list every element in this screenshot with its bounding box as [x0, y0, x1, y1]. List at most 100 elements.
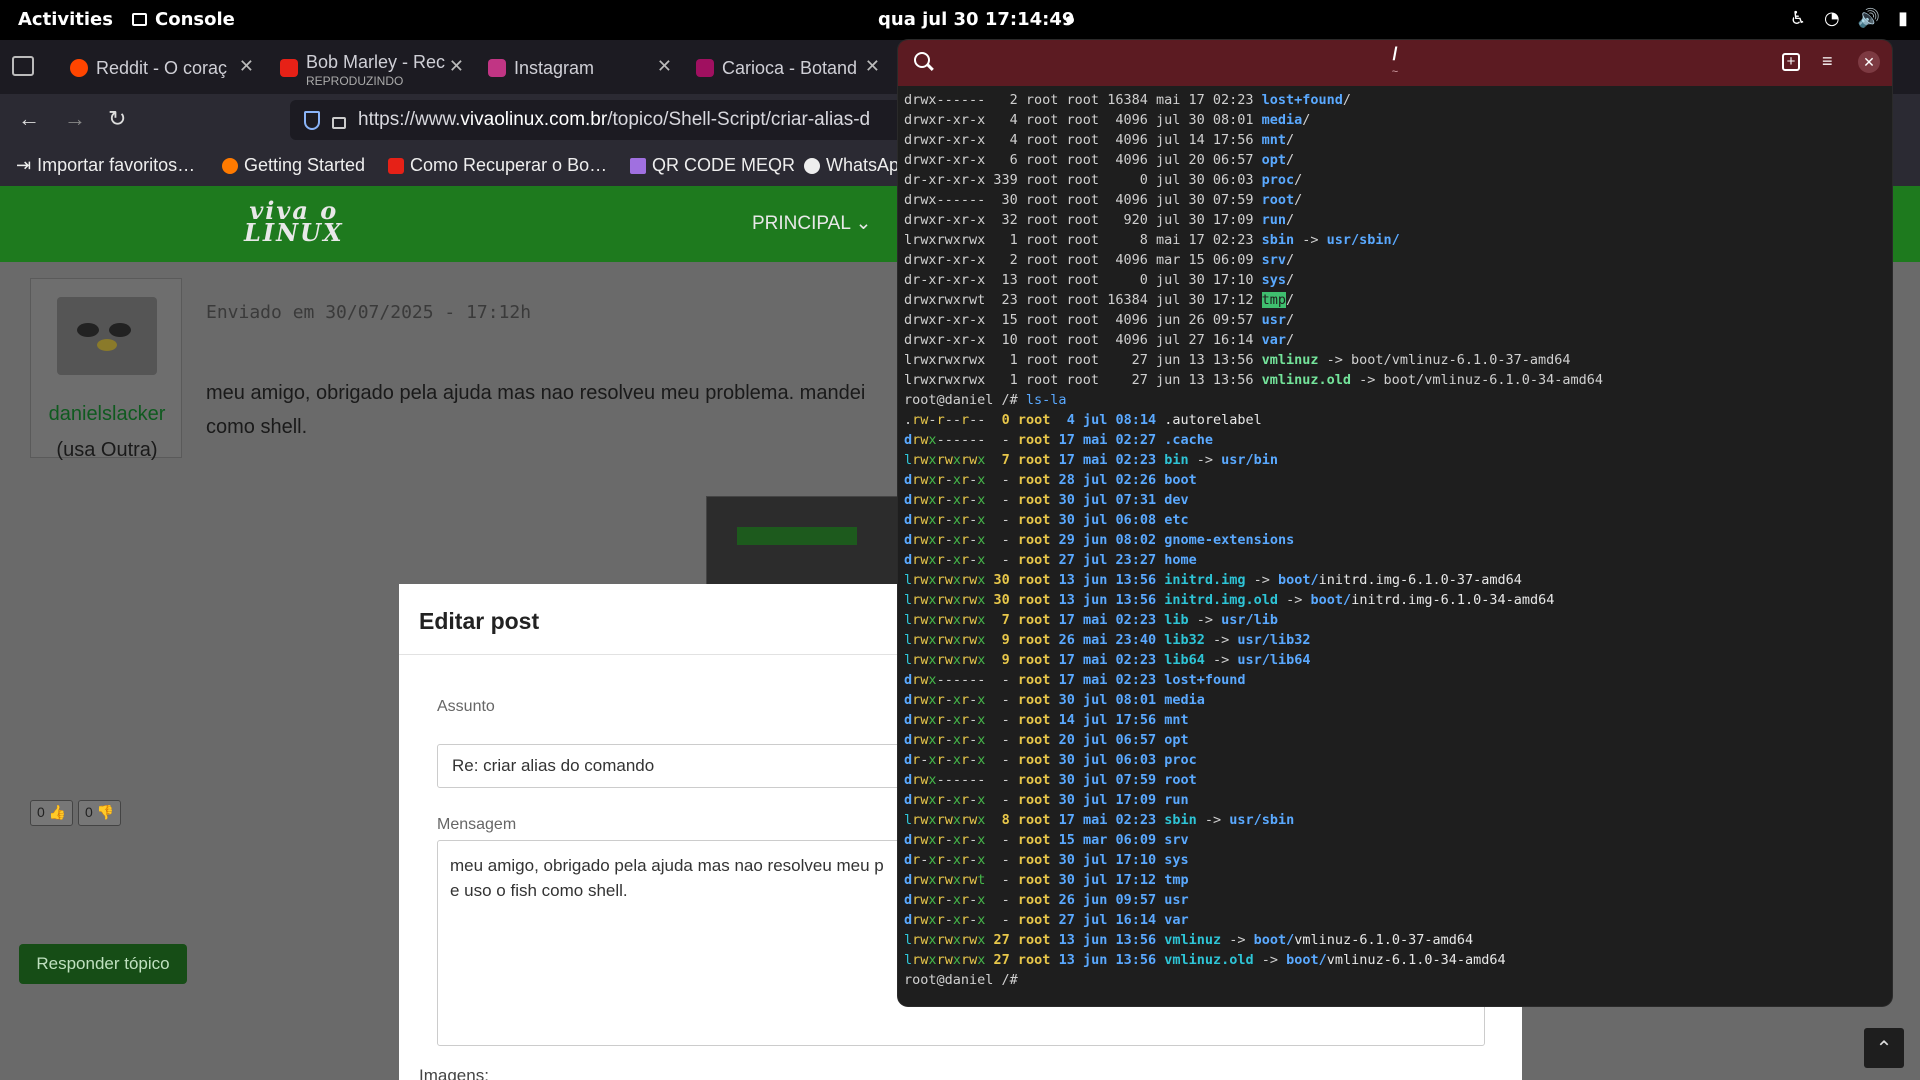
bookmark-import[interactable]: ⇥ Importar favoritos…	[16, 155, 195, 176]
file-name: var	[1261, 332, 1287, 348]
ls-suffix: /	[1286, 252, 1295, 268]
perm-char: x	[928, 912, 937, 928]
system-tray[interactable]: ♿ ◔ 🔊 ▮	[1790, 8, 1908, 29]
perm-char: w	[944, 572, 953, 588]
close-icon[interactable]: ✕	[1858, 51, 1880, 73]
perm-char: l	[904, 612, 913, 628]
terminal-line: lrwxrwxrwx 8 root 17 mai 02:23 sbin -> u…	[904, 810, 1884, 830]
close-tab-icon[interactable]: ✕	[449, 56, 464, 77]
link-count: 9	[985, 652, 1018, 668]
bookmark-getting-started[interactable]: Getting Started	[222, 155, 365, 176]
bookmark-recuperar[interactable]: Como Recuperar o Bo…	[388, 155, 607, 176]
file-name: bin	[1164, 452, 1189, 468]
lock-icon[interactable]	[332, 116, 346, 129]
perm-char: r	[936, 532, 945, 548]
perm-char: x	[928, 732, 937, 748]
perm-char: -	[944, 832, 953, 848]
perm-char: -	[952, 772, 961, 788]
perm-char: r	[936, 452, 945, 468]
post-line: meu amigo, obrigado pela ajuda mas nao r…	[206, 382, 866, 404]
new-tab-icon[interactable]: +	[1782, 53, 1800, 71]
perm-char: -	[960, 672, 970, 688]
menu-principal[interactable]: PRINCIPAL ⌄	[752, 212, 871, 235]
owner: root	[1017, 472, 1051, 488]
perm-char: -	[944, 772, 953, 788]
bookmark-whatsapp[interactable]: WhatsAp	[804, 155, 899, 176]
perm-char: r	[960, 832, 970, 848]
perm-char: x	[928, 872, 937, 888]
link-target: vmlinuz-6.1.0-34-amd64	[1424, 372, 1603, 388]
app-menu[interactable]: Console	[132, 9, 235, 30]
clock[interactable]: qua jul 30 17:14:49	[878, 9, 1074, 30]
tab-youtube[interactable]: Bob Marley - Rec REPRODUZINDO ✕	[270, 46, 470, 90]
perm-char: -	[944, 892, 953, 908]
link-count: -	[985, 472, 1018, 488]
perm-char: r	[936, 792, 945, 808]
forward-arrow-icon[interactable]: →	[64, 106, 86, 132]
volume-icon[interactable]: 🔊	[1858, 8, 1880, 29]
activities-button[interactable]: Activities	[18, 9, 113, 30]
arrow: ->	[1221, 932, 1254, 948]
tab-reddit[interactable]: Reddit - O coraç ✕	[60, 46, 260, 90]
hamburger-menu-icon[interactable]: ≡	[1822, 52, 1833, 70]
close-tab-icon[interactable]: ✕	[865, 56, 880, 77]
perm-char: x	[952, 452, 961, 468]
file-name: srv	[1164, 832, 1189, 848]
bookmark-qrcode[interactable]: QR CODE MEQR	[630, 155, 795, 176]
terminal-line: drwxr-xr-x - root 28 jul 02:26 boot	[904, 470, 1884, 490]
shield-icon[interactable]	[304, 110, 320, 130]
perm-char: x	[952, 912, 961, 928]
network-icon[interactable]: ◔	[1824, 8, 1840, 29]
terminal-output[interactable]: drwx------ 2 root root 16384 mai 17 02:2…	[904, 90, 1884, 990]
perm-char: r	[936, 872, 945, 888]
vivaolinux-logo[interactable]: viva o LINUX	[244, 199, 344, 247]
tab-list-icon[interactable]	[12, 56, 34, 76]
vote-up-button[interactable]: 0 👍	[30, 800, 74, 826]
ls-meta: drwxr-xr-x 2 root root 4096 mar 15 06:09	[904, 252, 1262, 268]
qr-icon	[630, 157, 646, 174]
owner: root	[1017, 592, 1051, 608]
author-name-link[interactable]: danielslacker	[31, 403, 183, 426]
owner: root	[1017, 612, 1051, 628]
tab-instagram[interactable]: Instagram ✕	[478, 46, 678, 90]
ls-meta: lrwxrwxrwx 1 root root 27 jun 13 13:56	[904, 352, 1262, 368]
perm-char: -	[960, 432, 970, 448]
link-count: -	[985, 752, 1018, 768]
perm-char: r	[936, 592, 945, 608]
perm-char: r	[936, 932, 945, 948]
terminal-line: drwxr-xr-x - root 15 mar 06:09 srv	[904, 830, 1884, 850]
owner: root	[1017, 772, 1051, 788]
perm-char: x	[952, 512, 961, 528]
battery-icon[interactable]: ▮	[1898, 8, 1908, 29]
reply-topic-button[interactable]: Responder tópico	[19, 944, 187, 984]
accessibility-icon[interactable]: ♿	[1790, 8, 1806, 29]
close-tab-icon[interactable]: ✕	[239, 56, 254, 77]
perm-char: -	[944, 472, 953, 488]
perm-char: -	[944, 912, 953, 928]
tab-carioca[interactable]: Carioca - Botand ✕	[686, 46, 886, 90]
perm-char: x	[928, 672, 937, 688]
perm-char: x	[952, 932, 961, 948]
file-name: sys	[1261, 272, 1287, 288]
avatar[interactable]	[57, 297, 157, 375]
vote-down-button[interactable]: 0 👎	[78, 800, 122, 826]
reload-icon[interactable]: ↻	[108, 106, 126, 132]
close-tab-icon[interactable]: ✕	[657, 56, 672, 77]
terminal-line: drwxr-xr-x - root 30 jul 17:09 run	[904, 790, 1884, 810]
file-name: run	[1164, 792, 1189, 808]
scroll-to-top-button[interactable]: ⌃	[1864, 1028, 1904, 1068]
logo-line2: LINUX	[244, 218, 344, 247]
perm-char: x	[952, 872, 961, 888]
perm-char: -	[944, 792, 953, 808]
perm-char: d	[904, 772, 913, 788]
terminal-line: drwxrwxrwt - root 30 jul 17:12 tmp	[904, 870, 1884, 890]
link-count: 27	[985, 932, 1018, 948]
perm-char: r	[960, 872, 970, 888]
perm-char: r	[960, 932, 970, 948]
ls-meta: drwxr-xr-x 32 root root 920 jul 30 17:09	[904, 212, 1262, 228]
perm-char: -	[952, 672, 961, 688]
perm-char: -	[944, 552, 953, 568]
back-arrow-icon[interactable]: ←	[18, 106, 40, 132]
perm-char: r	[960, 592, 970, 608]
author-distro: (usa Outra)	[56, 439, 158, 461]
